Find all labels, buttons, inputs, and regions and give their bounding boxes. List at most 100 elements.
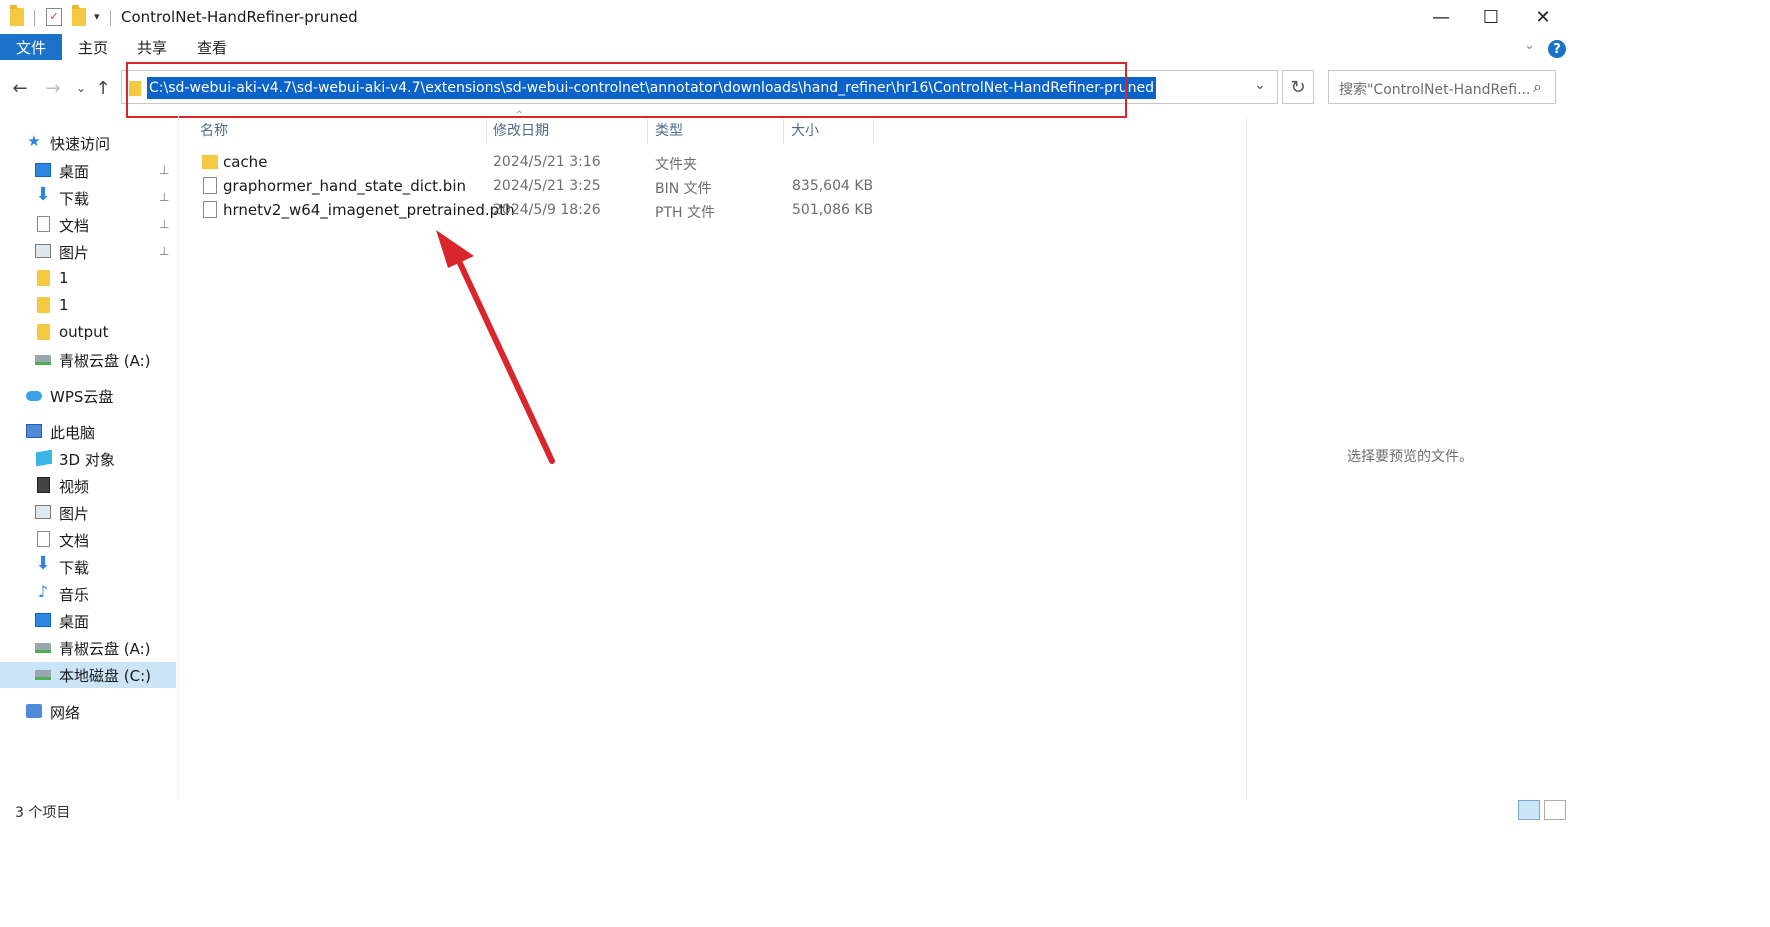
tab-home[interactable]: 主页: [78, 34, 108, 60]
item-count: 3 个项目: [15, 805, 71, 821]
document-icon: [37, 216, 50, 232]
column-header-date[interactable]: 修改日期: [493, 120, 549, 140]
annotation-arrow-shaft: [449, 243, 555, 464]
sidebar-item-pictures[interactable]: 图片 ⊥: [0, 239, 176, 265]
music-icon: ♪: [37, 582, 49, 601]
refresh-button[interactable]: ↻: [1282, 70, 1314, 104]
new-folder-icon[interactable]: [72, 5, 86, 26]
search-placeholder: 搜索"ControlNet-HandRefi...: [1339, 82, 1531, 98]
folder-icon: [37, 297, 50, 313]
sidebar-item-label: 桌面: [59, 163, 90, 181]
sidebar-item-label: 视频: [59, 478, 90, 496]
pictures-icon: [35, 505, 51, 519]
sidebar-item-videos[interactable]: 视频: [0, 473, 176, 499]
customize-quick-access-icon[interactable]: ▾: [94, 10, 100, 23]
sidebar-item-pictures-pc[interactable]: 图片: [0, 500, 176, 526]
column-header-name[interactable]: 名称: [200, 120, 228, 140]
sidebar-item-wps-cloud[interactable]: WPS云盘: [0, 383, 176, 409]
column-separator[interactable]: [783, 118, 784, 144]
desktop-icon: [35, 163, 51, 177]
sidebar-item-cloud-drive-a-pc[interactable]: 青椒云盘 (A:): [0, 635, 176, 661]
sidebar-item-desktop-pc[interactable]: 桌面: [0, 608, 176, 634]
column-header-type[interactable]: 类型: [655, 120, 683, 140]
sidebar-item-folder-1[interactable]: 1: [0, 266, 176, 292]
sidebar-item-documents[interactable]: 文档 ⊥: [0, 212, 176, 238]
folder-icon: [37, 324, 50, 340]
close-button[interactable]: ✕: [1518, 0, 1568, 34]
video-icon: [37, 477, 50, 493]
sidebar-item-this-pc[interactable]: 此电脑: [0, 419, 176, 445]
3d-objects-icon: [36, 449, 52, 467]
chevron-down-icon[interactable]: ⌄: [1254, 77, 1266, 93]
recent-locations-button[interactable]: ⌄: [70, 76, 92, 100]
sidebar-item-network[interactable]: 网络: [0, 699, 176, 725]
pane-divider: [178, 116, 179, 800]
folder-icon[interactable]: [10, 5, 24, 26]
back-button[interactable]: ←: [9, 76, 31, 100]
sidebar-item-cloud-drive-a[interactable]: 青椒云盘 (A:): [0, 347, 176, 373]
expand-ribbon-icon[interactable]: ⌄: [1524, 38, 1535, 53]
large-icons-view-icon[interactable]: [1544, 800, 1566, 820]
sidebar-item-label: 快速访问: [50, 135, 111, 153]
file-name: cache: [223, 153, 268, 171]
sidebar-item-downloads-pc[interactable]: ⬇ 下载: [0, 554, 176, 580]
sidebar-item-label: 青椒云盘 (A:): [59, 640, 151, 658]
sidebar-item-music[interactable]: ♪ 音乐: [0, 581, 176, 607]
file-date: 2024/5/21 3:16: [493, 154, 601, 170]
sidebar-item-label: 桌面: [59, 613, 90, 631]
window-title: ControlNet-HandRefiner-pruned: [121, 8, 358, 26]
separator: [110, 10, 111, 26]
help-icon[interactable]: ?: [1548, 40, 1566, 58]
pictures-icon: [35, 244, 51, 258]
file-date: 2024/5/21 3:25: [493, 178, 601, 194]
pin-icon[interactable]: ⊥: [159, 217, 169, 231]
cloud-icon: [26, 391, 42, 401]
sidebar-item-desktop[interactable]: 桌面 ⊥: [0, 158, 176, 184]
table-row[interactable]: cache 2024/5/21 3:16 文件夹: [199, 150, 879, 174]
search-input[interactable]: 搜索"ControlNet-HandRefi... ⌕: [1328, 70, 1556, 104]
download-icon: ⬇: [35, 184, 51, 205]
tab-view[interactable]: 查看: [197, 34, 227, 60]
pin-icon[interactable]: ⊥: [159, 163, 169, 177]
maximize-button[interactable]: ☐: [1466, 0, 1516, 34]
up-button[interactable]: ↑: [92, 76, 114, 100]
annotation-arrow: [436, 230, 555, 464]
details-view-icon[interactable]: [1518, 800, 1540, 820]
sidebar-item-3d-objects[interactable]: 3D 对象: [0, 446, 176, 472]
search-icon[interactable]: ⌕: [1533, 77, 1542, 97]
tab-share[interactable]: 共享: [137, 34, 167, 60]
sidebar-item-output[interactable]: output: [0, 320, 176, 346]
pin-icon[interactable]: ⊥: [159, 190, 169, 204]
sidebar-item-label: 1: [59, 296, 69, 314]
column-header-size[interactable]: 大小: [791, 120, 819, 140]
annotation-arrow-head: [436, 230, 474, 268]
file-icon: [203, 201, 217, 218]
forward-button[interactable]: →: [42, 76, 64, 100]
navigation-pane: ★ 快速访问 桌面 ⊥ ⬇ 下载 ⊥ 文档 ⊥ 图片 ⊥ 1 1 output …: [0, 128, 178, 800]
sidebar-item-local-disk-c[interactable]: 本地磁盘 (C:): [0, 662, 176, 688]
title-bar: ✓ ▾ ControlNet-HandRefiner-pruned — ☐ ✕: [0, 0, 1770, 34]
sidebar-item-label: 图片: [59, 505, 90, 523]
file-name: hrnetv2_w64_imagenet_pretrained.pth: [223, 201, 515, 219]
pin-icon[interactable]: ⊥: [159, 244, 169, 258]
download-icon: ⬇: [35, 553, 51, 574]
drive-icon: [35, 355, 51, 365]
sidebar-item-downloads[interactable]: ⬇ 下载 ⊥: [0, 185, 176, 211]
properties-icon[interactable]: ✓: [46, 8, 62, 26]
sidebar-item-label: 图片: [59, 244, 90, 262]
sidebar-item-label: 此电脑: [50, 424, 96, 442]
tab-file[interactable]: 文件: [0, 34, 62, 60]
sidebar-item-quick-access[interactable]: ★ 快速访问: [0, 130, 176, 156]
desktop-icon: [35, 613, 51, 627]
file-type: PTH 文件: [655, 205, 715, 221]
sidebar-item-documents-pc[interactable]: 文档: [0, 527, 176, 553]
column-separator[interactable]: [486, 118, 487, 144]
computer-icon: [26, 424, 42, 438]
column-separator[interactable]: [647, 118, 648, 144]
minimize-button[interactable]: —: [1416, 0, 1466, 34]
sidebar-item-folder-1b[interactable]: 1: [0, 293, 176, 319]
separator: [34, 10, 35, 26]
column-separator[interactable]: [873, 118, 874, 144]
table-row[interactable]: hrnetv2_w64_imagenet_pretrained.pth 2024…: [199, 198, 879, 222]
table-row[interactable]: graphormer_hand_state_dict.bin 2024/5/21…: [199, 174, 879, 198]
